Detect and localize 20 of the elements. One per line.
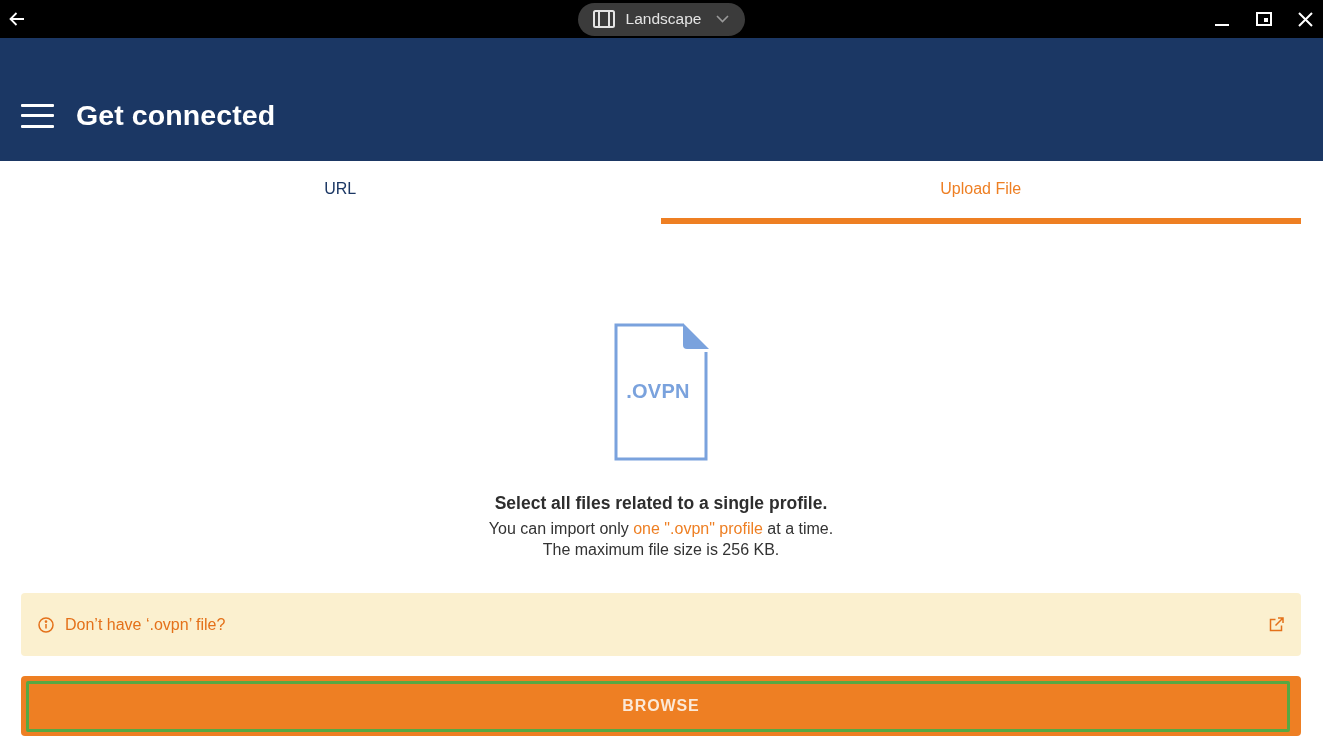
browse-button[interactable]: BROWSE: [21, 676, 1301, 736]
tab[interactable]: Upload File: [660, 161, 1301, 224]
menu-icon[interactable]: [21, 103, 54, 128]
page-title: Get connected: [76, 99, 276, 132]
orientation-dropdown[interactable]: Landscape: [577, 2, 746, 36]
size-note: The maximum file size is 256 KB.: [542, 540, 780, 560]
external-link-icon[interactable]: [1269, 617, 1284, 632]
restore-window-icon[interactable]: [1256, 12, 1272, 26]
close-icon[interactable]: [1298, 11, 1313, 27]
upload-heading: Select all files related to a single profile.: [494, 492, 828, 514]
info-icon: [38, 616, 54, 633]
back-arrow-icon[interactable]: [9, 12, 25, 26]
profile-link[interactable]: one ".ovpn" profile: [633, 520, 763, 537]
notice-link[interactable]: Don’t have ‘.ovpn’ file?: [65, 615, 226, 634]
tab[interactable]: URL: [20, 161, 661, 224]
file-icon: [613, 323, 709, 461]
file-type-label: .OVPN: [626, 379, 690, 403]
window-frame-icon: [592, 10, 615, 28]
chevron-down-icon: [716, 15, 730, 23]
import-note: You can import only one ".ovpn" profile at a time.: [488, 519, 834, 539]
